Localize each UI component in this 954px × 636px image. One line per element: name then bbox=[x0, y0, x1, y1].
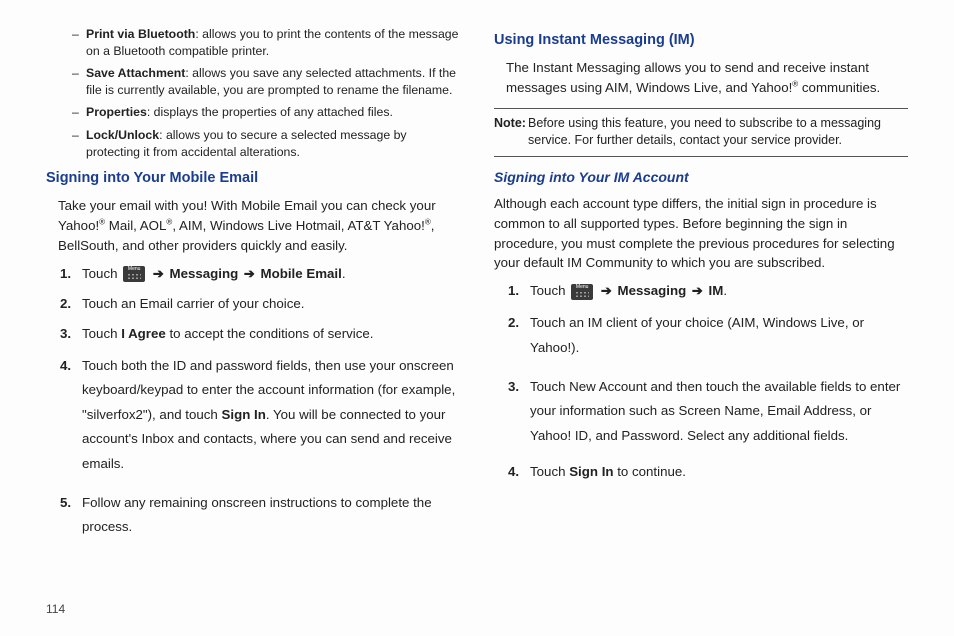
step-item: Touch an IM client of your choice (AIM, … bbox=[530, 311, 908, 360]
nav-term: Mobile Email bbox=[261, 266, 342, 281]
list-item: Lock/Unlock: allows you to secure a sele… bbox=[86, 127, 460, 160]
term: Sign In bbox=[222, 407, 266, 422]
menu-icon bbox=[571, 284, 593, 300]
text: to accept the conditions of service. bbox=[166, 326, 374, 341]
page-number: 114 bbox=[46, 602, 908, 616]
step-item: Touch ➔ Messaging ➔ Mobile Email. bbox=[82, 264, 460, 284]
section-heading: Using Instant Messaging (IM) bbox=[494, 30, 908, 52]
arrow-icon: ➔ bbox=[244, 264, 255, 284]
left-column: Print via Bluetooth: allows you to print… bbox=[46, 26, 460, 594]
text: Touch bbox=[82, 326, 121, 341]
list-item: Properties: displays the properties of a… bbox=[86, 104, 460, 121]
text: Touch bbox=[530, 283, 569, 298]
nav-term: IM bbox=[709, 283, 724, 298]
text: Touch bbox=[82, 266, 121, 281]
text: Mail, AOL bbox=[105, 218, 166, 233]
section-intro: Take your email with you! With Mobile Em… bbox=[46, 196, 460, 256]
desc: : displays the properties of any attache… bbox=[147, 105, 393, 119]
section-intro: The Instant Messaging allows you to send… bbox=[494, 58, 908, 98]
term: Lock/Unlock bbox=[86, 128, 159, 142]
term: Save Attachment bbox=[86, 66, 185, 80]
arrow-icon: ➔ bbox=[153, 264, 164, 284]
term: I Agree bbox=[121, 326, 166, 341]
term: Properties bbox=[86, 105, 147, 119]
term: Print via Bluetooth bbox=[86, 27, 195, 41]
manual-page: Print via Bluetooth: allows you to print… bbox=[0, 0, 954, 636]
steps-list: Touch ➔ Messaging ➔ Mobile Email. Touch … bbox=[46, 264, 460, 540]
subsection-intro: Although each account type differs, the … bbox=[494, 194, 908, 274]
list-item: Print via Bluetooth: allows you to print… bbox=[86, 26, 460, 59]
steps-list: Touch ➔ Messaging ➔ IM. Touch an IM clie… bbox=[494, 281, 908, 482]
subsection-heading: Signing into Your IM Account bbox=[494, 167, 908, 188]
feature-bullet-list: Print via Bluetooth: allows you to print… bbox=[46, 26, 460, 160]
two-column-layout: Print via Bluetooth: allows you to print… bbox=[46, 26, 908, 594]
list-item: Save Attachment: allows you save any sel… bbox=[86, 65, 460, 98]
text: communities. bbox=[798, 80, 880, 95]
note-body: Before using this feature, you need to s… bbox=[494, 115, 908, 150]
text: Touch bbox=[530, 464, 569, 479]
menu-icon bbox=[123, 266, 145, 282]
text: , AIM, Windows Live Hotmail, AT&T Yahoo! bbox=[172, 218, 425, 233]
step-item: Touch Sign In to continue. bbox=[530, 462, 908, 482]
arrow-icon: ➔ bbox=[601, 281, 612, 301]
nav-term: Messaging bbox=[618, 283, 687, 298]
note-label: Note: bbox=[494, 115, 526, 133]
nav-term: Messaging bbox=[170, 266, 239, 281]
arrow-icon: ➔ bbox=[692, 281, 703, 301]
step-item: Touch ➔ Messaging ➔ IM. bbox=[530, 281, 908, 301]
step-item: Follow any remaining onscreen instructio… bbox=[82, 491, 460, 540]
text: to continue. bbox=[614, 464, 686, 479]
step-item: Touch I Agree to accept the conditions o… bbox=[82, 324, 460, 344]
note-block: Note: Before using this feature, you nee… bbox=[494, 108, 908, 157]
section-heading: Signing into Your Mobile Email bbox=[46, 168, 460, 190]
term: Sign In bbox=[569, 464, 613, 479]
step-item: Touch an Email carrier of your choice. bbox=[82, 294, 460, 314]
right-column: Using Instant Messaging (IM) The Instant… bbox=[494, 26, 908, 594]
step-item: Touch both the ID and password fields, t… bbox=[82, 354, 460, 477]
step-item: Touch New Account and then touch the ava… bbox=[530, 375, 908, 449]
